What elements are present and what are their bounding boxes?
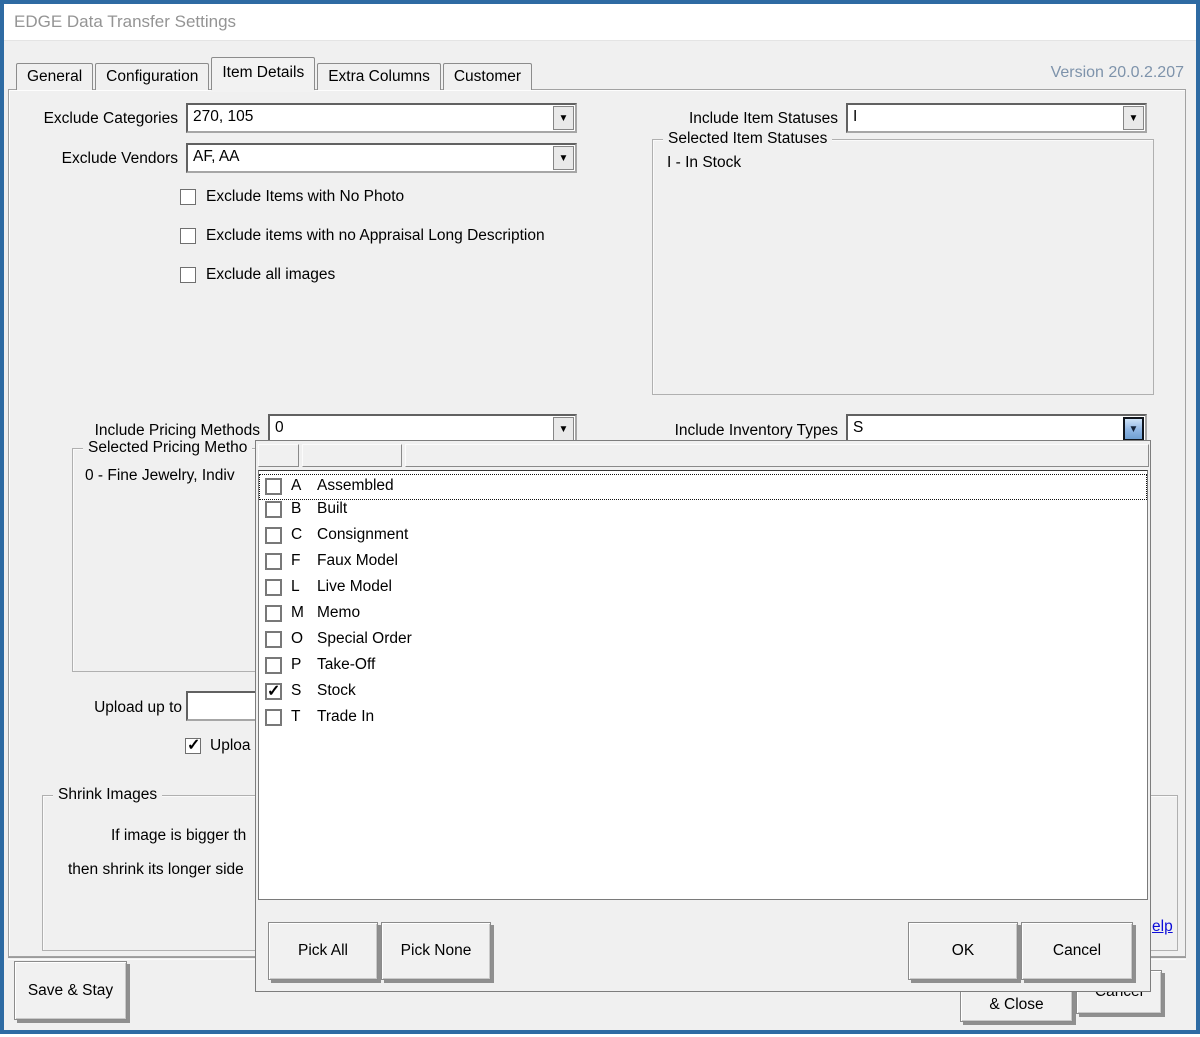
checkbox-icon[interactable] [265,478,282,495]
dropdown-arrow-icon[interactable] [553,106,574,130]
upload-up-to-label: Upload up to [60,699,182,717]
exclude-all-images-checkbox[interactable] [180,267,196,283]
type-name: Special Order [317,630,412,648]
type-code: L [291,578,300,596]
shrink-images-line2: then shrink its longer side [68,861,244,879]
type-name: Assembled [317,477,394,495]
include-item-statuses-value: I [853,108,857,126]
type-name: Stock [317,682,356,700]
type-name: Built [317,500,347,518]
exclude-no-photo-label: Exclude Items with No Photo [206,188,404,206]
type-name: Consignment [317,526,408,544]
checkbox-icon[interactable] [265,553,282,570]
dialog-window: EDGE Data Transfer Settings Version 20.0… [0,0,1200,1034]
tab-bar: General Configuration Item Details Extra… [16,57,532,90]
exclude-categories-combo[interactable]: 270, 105 [186,103,577,133]
selected-item-statuses-group: Selected Item Statuses I - In Stock [652,139,1154,395]
include-pricing-methods-label: Include Pricing Methods [80,422,260,440]
help-link[interactable]: elp [1152,918,1173,936]
tab-item-details[interactable]: Item Details [211,57,315,90]
type-code: S [291,682,301,700]
popup-header-cell [258,444,299,467]
selected-item-statuses-title: Selected Item Statuses [663,130,832,148]
inventory-type-row[interactable]: M Memo [259,601,1147,627]
dropdown-arrow-icon[interactable] [553,146,574,170]
window-title: EDGE Data Transfer Settings [14,12,236,32]
type-code: O [291,630,303,648]
pick-all-button[interactable]: Pick All [268,922,378,980]
shrink-images-line1: If image is bigger th [111,827,246,845]
type-code: F [291,552,300,570]
inventory-type-row[interactable]: S Stock [259,679,1147,705]
dropdown-arrow-icon[interactable] [1123,417,1144,441]
dropdown-arrow-icon[interactable] [1123,106,1144,130]
exclude-all-images-label: Exclude all images [206,266,335,284]
include-pricing-methods-value: 0 [275,419,284,437]
ok-button[interactable]: OK [908,922,1018,980]
exclude-no-appraisal-checkbox[interactable] [180,228,196,244]
type-name: Live Model [317,578,392,596]
inventory-type-list: A Assembled B Built C Consignment F Faux… [258,470,1148,900]
checkbox-icon[interactable] [265,709,282,726]
dropdown-arrow-icon[interactable] [553,417,574,441]
checkbox-icon[interactable] [265,501,282,518]
tab-configuration[interactable]: Configuration [95,63,209,90]
type-code: B [291,500,301,518]
inventory-type-row[interactable]: T Trade In [259,705,1147,731]
selected-pricing-method-entry: 0 - Fine Jewelry, Indiv [85,467,235,485]
inventory-type-row[interactable]: L Live Model [259,575,1147,601]
checkbox-icon[interactable] [265,631,282,648]
checkbox-icon[interactable] [265,605,282,622]
tab-customer[interactable]: Customer [443,63,532,90]
type-code: T [291,708,300,726]
selected-pricing-methods-title: Selected Pricing Metho [83,439,252,457]
inventory-type-row[interactable]: O Special Order [259,627,1147,653]
popup-header-cell [405,444,1149,467]
type-name: Take-Off [317,656,375,674]
popup-header-cell [302,444,402,467]
exclude-vendors-combo[interactable]: AF, AA [186,143,577,173]
selected-item-status-entry: I - In Stock [667,154,741,172]
checkbox-icon[interactable] [265,683,282,700]
exclude-no-appraisal-label: Exclude items with no Appraisal Long Des… [206,227,545,245]
include-item-statuses-label: Include Item Statuses [650,110,838,128]
tab-general[interactable]: General [16,63,93,90]
type-name: Memo [317,604,360,622]
exclude-no-photo-checkbox[interactable] [180,189,196,205]
inventory-types-popup: A Assembled B Built C Consignment F Faux… [255,440,1151,992]
inventory-type-row[interactable]: C Consignment [259,523,1147,549]
exclude-vendors-label: Exclude Vendors [0,150,178,168]
include-inventory-types-value: S [853,419,863,437]
type-code: A [291,477,301,495]
upload-checkbox[interactable] [185,738,201,754]
exclude-categories-value: 270, 105 [193,108,253,126]
shrink-images-title: Shrink Images [53,786,162,804]
exclude-categories-label: Exclude Categories [0,110,178,128]
include-item-statuses-combo[interactable]: I [846,103,1147,133]
exclude-vendors-value: AF, AA [193,148,240,166]
type-code: C [291,526,302,544]
pick-none-button[interactable]: Pick None [381,922,491,980]
checkbox-icon[interactable] [265,579,282,596]
popup-cancel-button[interactable]: Cancel [1021,922,1133,980]
type-code: P [291,656,301,674]
inventory-type-row[interactable]: P Take-Off [259,653,1147,679]
save-and-close-button[interactable]: & Close [960,988,1073,1022]
type-name: Faux Model [317,552,398,570]
type-code: M [291,604,304,622]
checkbox-icon[interactable] [265,657,282,674]
tab-extra-columns[interactable]: Extra Columns [317,63,441,90]
title-bar: EDGE Data Transfer Settings [4,4,1196,41]
type-name: Trade In [317,708,374,726]
version-label: Version 20.0.2.207 [1051,64,1184,82]
include-inventory-types-label: Include Inventory Types [650,422,838,440]
inventory-type-row[interactable]: B Built [259,497,1147,523]
inventory-type-row[interactable]: F Faux Model [259,549,1147,575]
checkbox-icon[interactable] [265,527,282,544]
upload-checkbox-label: Uploa [210,737,251,755]
save-and-stay-button[interactable]: Save & Stay [14,961,127,1020]
